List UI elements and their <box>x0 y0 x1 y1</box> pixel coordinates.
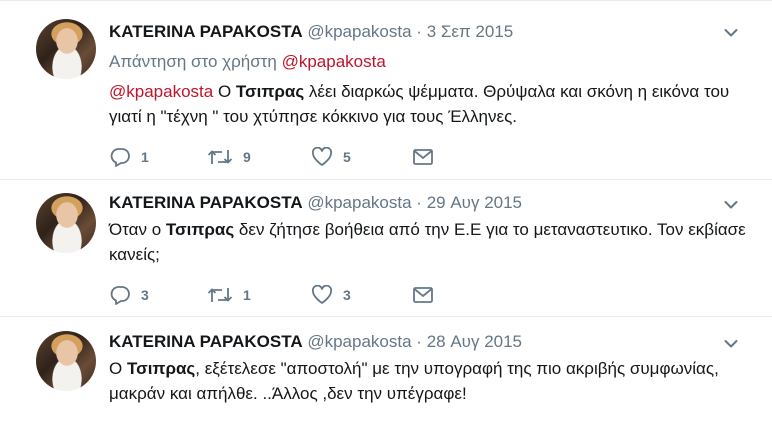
direct-message-button[interactable] <box>412 284 434 306</box>
reply-count: 3 <box>141 287 149 303</box>
retweet-button[interactable]: 9 <box>207 146 251 168</box>
text-part: Ο <box>109 359 127 378</box>
author-name[interactable]: KATERINA PAPAKOSTA <box>109 332 303 351</box>
tweet-text: Όταν ο Τσιπρας δεν ζήτησε βοήθεια από τη… <box>109 217 759 267</box>
tweet-actions: 3 1 3 <box>109 284 469 306</box>
retweet-icon <box>207 288 233 302</box>
tweet-header: KATERINA PAPAKOSTA @kpapakosta · 3 Σεπ 2… <box>109 22 513 42</box>
avatar[interactable] <box>36 331 96 391</box>
reply-handle-link[interactable]: @kpapakosta <box>282 52 386 71</box>
like-count: 3 <box>343 287 351 303</box>
highlighted-term: Τσιπρας <box>126 359 196 378</box>
direct-message-button[interactable] <box>412 146 434 168</box>
chevron-down-icon[interactable] <box>724 28 738 38</box>
reply-prefix: Απάντηση στο χρήστη <box>109 52 277 71</box>
tweet[interactable]: KATERINA PAPAKOSTA @kpapakosta · 3 Σεπ 2… <box>0 0 772 180</box>
chevron-down-icon[interactable] <box>724 339 738 349</box>
tweet-date[interactable]: 3 Σεπ 2015 <box>427 22 514 41</box>
text-part: Όταν ο <box>109 220 166 239</box>
avatar[interactable] <box>36 193 96 253</box>
reply-button[interactable]: 3 <box>109 284 149 306</box>
mention-link[interactable]: @kpapakosta <box>109 82 213 101</box>
author-handle[interactable]: @kpapakosta <box>307 22 411 41</box>
retweet-count: 1 <box>243 287 251 303</box>
envelope-icon <box>413 149 433 165</box>
reply-button[interactable]: 1 <box>109 146 149 168</box>
tweet-date[interactable]: 28 Αυγ 2015 <box>427 332 522 351</box>
author-name[interactable]: KATERINA PAPAKOSTA <box>109 22 303 41</box>
text-part: Ο <box>213 82 236 101</box>
reply-count: 1 <box>141 149 149 165</box>
separator-dot: · <box>416 193 422 212</box>
envelope-icon <box>413 287 433 303</box>
tweet-text: @kpapakosta Ο Τσιπρας λέει διαρκώς ψέμμα… <box>109 79 759 129</box>
author-handle[interactable]: @kpapakosta <box>307 193 411 212</box>
like-count: 5 <box>343 149 351 165</box>
tweet-date[interactable]: 29 Αυγ 2015 <box>427 193 522 212</box>
chevron-down-icon[interactable] <box>724 200 738 210</box>
heart-icon <box>311 285 333 304</box>
heart-icon <box>311 147 333 166</box>
tweet-header: KATERINA PAPAKOSTA @kpapakosta · 29 Αυγ … <box>109 193 522 213</box>
author-name[interactable]: KATERINA PAPAKOSTA <box>109 193 303 212</box>
text-part: , εξέτελεσε "αποστολή" με την υπογραφή τ… <box>109 359 719 403</box>
author-handle[interactable]: @kpapakosta <box>307 332 411 351</box>
reply-context: Απάντηση στο χρήστη @kpapakosta <box>109 52 386 72</box>
retweet-button[interactable]: 1 <box>207 284 251 306</box>
highlighted-term: Τσιπρας <box>165 220 235 239</box>
like-button[interactable]: 3 <box>311 284 351 306</box>
tweet[interactable]: KATERINA PAPAKOSTA @kpapakosta · 28 Αυγ … <box>0 317 772 437</box>
retweet-count: 9 <box>243 149 251 165</box>
highlighted-term: Τσιπρας <box>235 82 305 101</box>
tweet-timeline: KATERINA PAPAKOSTA @kpapakosta · 3 Σεπ 2… <box>0 0 772 426</box>
reply-icon <box>110 286 130 305</box>
separator-dot: · <box>416 22 422 41</box>
separator-dot: · <box>416 332 422 351</box>
like-button[interactable]: 5 <box>311 146 351 168</box>
tweet[interactable]: KATERINA PAPAKOSTA @kpapakosta · 29 Αυγ … <box>0 179 772 317</box>
tweet-actions: 1 9 5 <box>109 146 469 168</box>
tweet-header: KATERINA PAPAKOSTA @kpapakosta · 28 Αυγ … <box>109 332 522 352</box>
avatar[interactable] <box>36 19 96 79</box>
retweet-icon <box>207 150 233 164</box>
reply-icon <box>110 148 130 167</box>
tweet-text: Ο Τσιπρας, εξέτελεσε "αποστολή" με την υ… <box>109 356 759 406</box>
